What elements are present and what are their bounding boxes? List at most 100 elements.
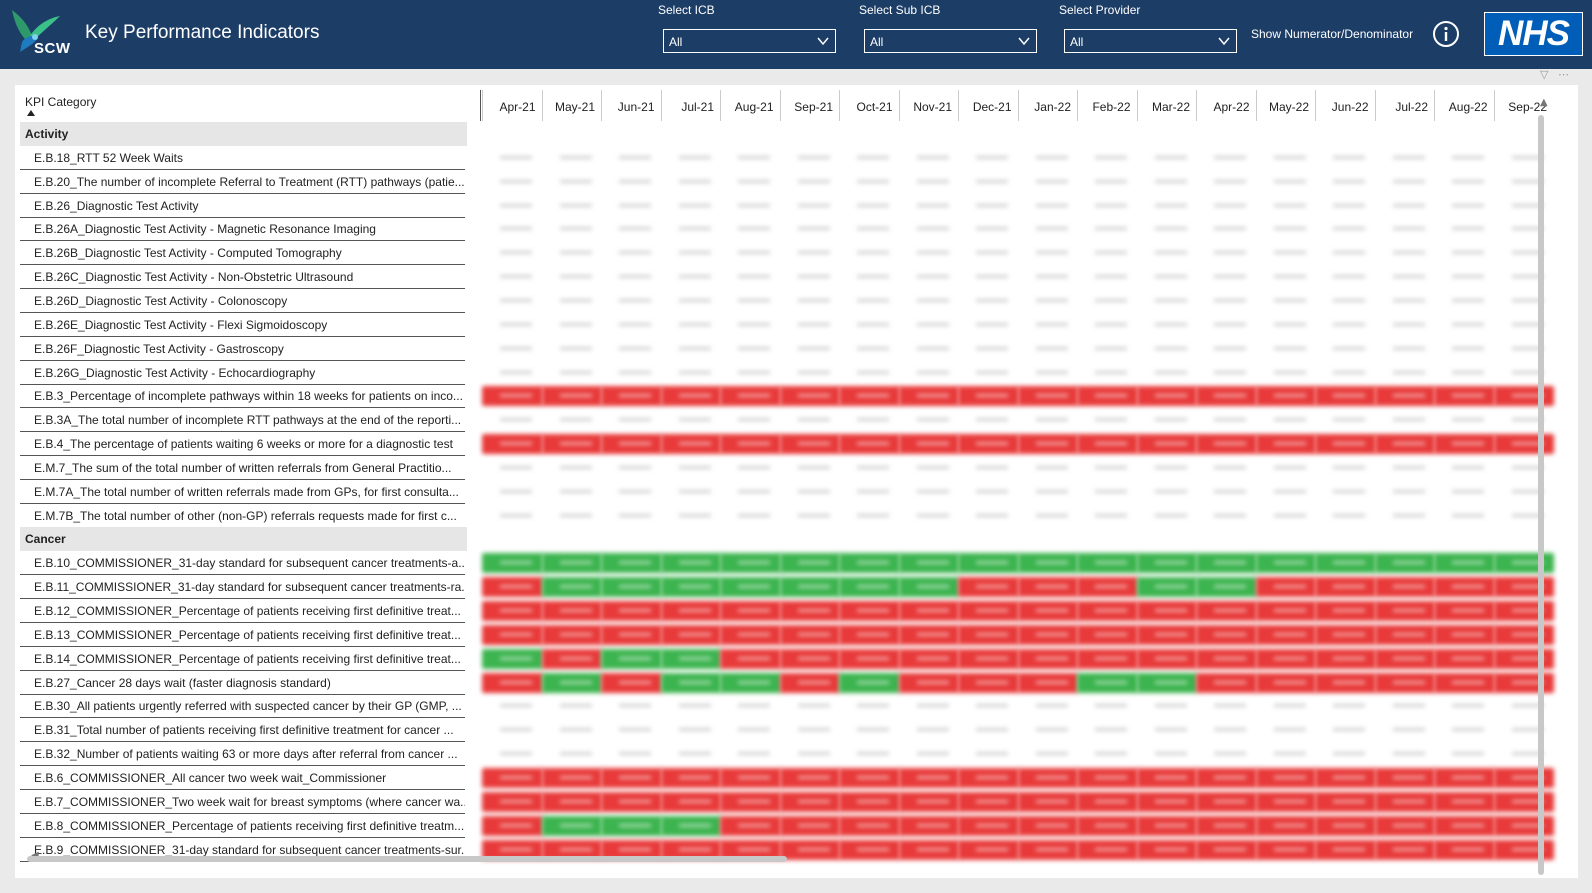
kpi-value-cell[interactable] <box>1256 339 1317 359</box>
kpi-value-cell[interactable] <box>1256 219 1317 239</box>
kpi-value-cell[interactable] <box>1018 339 1079 359</box>
kpi-value-cell[interactable] <box>1077 506 1138 526</box>
kpi-value-cell[interactable] <box>1315 434 1376 455</box>
kpi-value-cell[interactable] <box>660 791 721 812</box>
kpi-value-cell[interactable] <box>1315 744 1376 764</box>
kpi-value-cell[interactable] <box>1255 577 1316 598</box>
kpi-value-cell[interactable] <box>1493 434 1554 455</box>
kpi-value-cell[interactable] <box>1255 624 1316 645</box>
kpi-value-cell[interactable] <box>1077 148 1138 168</box>
kpi-value-cell[interactable] <box>779 624 840 645</box>
kpi-value-cell[interactable] <box>720 601 781 621</box>
kpi-value-cell[interactable] <box>899 219 960 239</box>
kpi-value-cell[interactable] <box>1494 363 1555 383</box>
kpi-value-cell[interactable] <box>779 815 840 836</box>
kpi-value-cell[interactable] <box>1494 696 1555 716</box>
kpi-value-cell[interactable] <box>780 291 841 311</box>
kpi-value-cell[interactable] <box>482 506 543 526</box>
kpi-value-cell[interactable] <box>1315 624 1376 645</box>
kpi-value-cell[interactable] <box>1018 363 1079 383</box>
kpi-value-cell[interactable] <box>1374 839 1435 860</box>
kpi-value-cell[interactable] <box>601 553 662 574</box>
kpi-value-cell[interactable] <box>779 648 840 669</box>
kpi-value-cell[interactable] <box>1434 410 1495 430</box>
kpi-value-cell[interactable] <box>958 219 1019 239</box>
kpi-value-cell[interactable] <box>1434 267 1495 287</box>
kpi-value-cell[interactable] <box>839 410 900 430</box>
kpi-value-cell[interactable] <box>780 720 841 740</box>
kpi-value-cell[interactable] <box>1434 672 1495 693</box>
kpi-value-cell[interactable] <box>1136 839 1197 860</box>
kpi-value-cell[interactable] <box>1374 577 1435 598</box>
category-group-row[interactable]: Activity <box>20 122 467 146</box>
kpi-value-cell[interactable] <box>839 839 900 860</box>
kpi-value-cell[interactable] <box>779 434 840 455</box>
kpi-value-cell[interactable] <box>1018 720 1079 740</box>
kpi-value-cell[interactable] <box>1137 363 1198 383</box>
kpi-value-cell[interactable] <box>720 172 781 192</box>
kpi-value-cell[interactable] <box>482 553 543 574</box>
kpi-value-cell[interactable] <box>720 553 781 574</box>
kpi-value-cell[interactable] <box>601 196 662 216</box>
kpi-value-cell[interactable] <box>958 744 1019 764</box>
kpi-value-cell[interactable] <box>720 196 781 216</box>
kpi-value-cell[interactable] <box>1077 577 1138 598</box>
kpi-value-cell[interactable] <box>542 243 603 263</box>
kpi-value-cell[interactable] <box>1018 410 1079 430</box>
kpi-value-cell[interactable] <box>1494 339 1555 359</box>
filter-icon[interactable]: ▽ <box>1540 68 1548 81</box>
kpi-value-cell[interactable] <box>899 744 960 764</box>
kpi-value-cell[interactable] <box>1315 196 1376 216</box>
kpi-value-cell[interactable] <box>1375 339 1436 359</box>
month-column-header[interactable]: Apr-22 <box>1196 90 1256 121</box>
kpi-value-cell[interactable] <box>780 363 841 383</box>
kpi-value-cell[interactable] <box>1137 339 1198 359</box>
kpi-value-cell[interactable] <box>839 267 900 287</box>
kpi-value-cell[interactable] <box>601 219 662 239</box>
kpi-value-cell[interactable] <box>601 243 662 263</box>
kpi-value-cell[interactable] <box>1493 648 1554 669</box>
kpi-value-cell[interactable] <box>780 243 841 263</box>
kpi-value-cell[interactable] <box>1256 410 1317 430</box>
kpi-value-cell[interactable] <box>839 624 900 645</box>
kpi-value-cell[interactable] <box>899 696 960 716</box>
kpi-value-cell[interactable] <box>661 720 722 740</box>
kpi-value-cell[interactable] <box>1434 434 1495 455</box>
kpi-value-cell[interactable] <box>1017 839 1078 860</box>
kpi-value-cell[interactable] <box>1255 839 1316 860</box>
kpi-value-cell[interactable] <box>899 267 960 287</box>
kpi-value-cell[interactable] <box>958 767 1019 788</box>
kpi-value-cell[interactable] <box>958 696 1019 716</box>
kpi-value-cell[interactable] <box>542 196 603 216</box>
month-column-header[interactable]: Oct-21 <box>839 90 899 121</box>
kpi-value-cell[interactable] <box>899 291 960 311</box>
kpi-value-cell[interactable] <box>601 148 662 168</box>
kpi-value-cell[interactable] <box>601 791 662 812</box>
kpi-value-cell[interactable] <box>1493 815 1554 836</box>
kpi-value-cell[interactable] <box>720 267 781 287</box>
kpi-value-cell[interactable] <box>779 601 840 621</box>
kpi-value-cell[interactable] <box>958 267 1019 287</box>
kpi-value-cell[interactable] <box>482 243 543 263</box>
kpi-value-cell[interactable] <box>839 172 900 192</box>
kpi-value-cell[interactable] <box>1315 696 1376 716</box>
kpi-value-cell[interactable] <box>1077 744 1138 764</box>
kpi-value-cell[interactable] <box>1315 148 1376 168</box>
kpi-value-cell[interactable] <box>1255 601 1316 621</box>
kpi-value-cell[interactable] <box>1255 815 1316 836</box>
kpi-row-label[interactable]: E.B.18_RTT 52 Week Waits <box>20 146 465 170</box>
kpi-value-cell[interactable] <box>1018 148 1079 168</box>
kpi-value-cell[interactable] <box>660 386 721 407</box>
kpi-value-cell[interactable] <box>661 458 722 478</box>
kpi-value-cell[interactable] <box>1494 482 1555 502</box>
kpi-value-cell[interactable] <box>660 601 721 621</box>
kpi-value-cell[interactable] <box>780 696 841 716</box>
kpi-value-cell[interactable] <box>1018 315 1079 335</box>
kpi-row-label[interactable]: E.B.6_COMMISSIONER_All cancer two week w… <box>20 766 465 790</box>
kpi-value-cell[interactable] <box>1255 553 1316 574</box>
kpi-value-cell[interactable] <box>1434 839 1495 860</box>
kpi-value-cell[interactable] <box>1256 696 1317 716</box>
kpi-value-cell[interactable] <box>482 315 543 335</box>
kpi-value-cell[interactable] <box>541 791 602 812</box>
kpi-value-cell[interactable] <box>839 339 900 359</box>
